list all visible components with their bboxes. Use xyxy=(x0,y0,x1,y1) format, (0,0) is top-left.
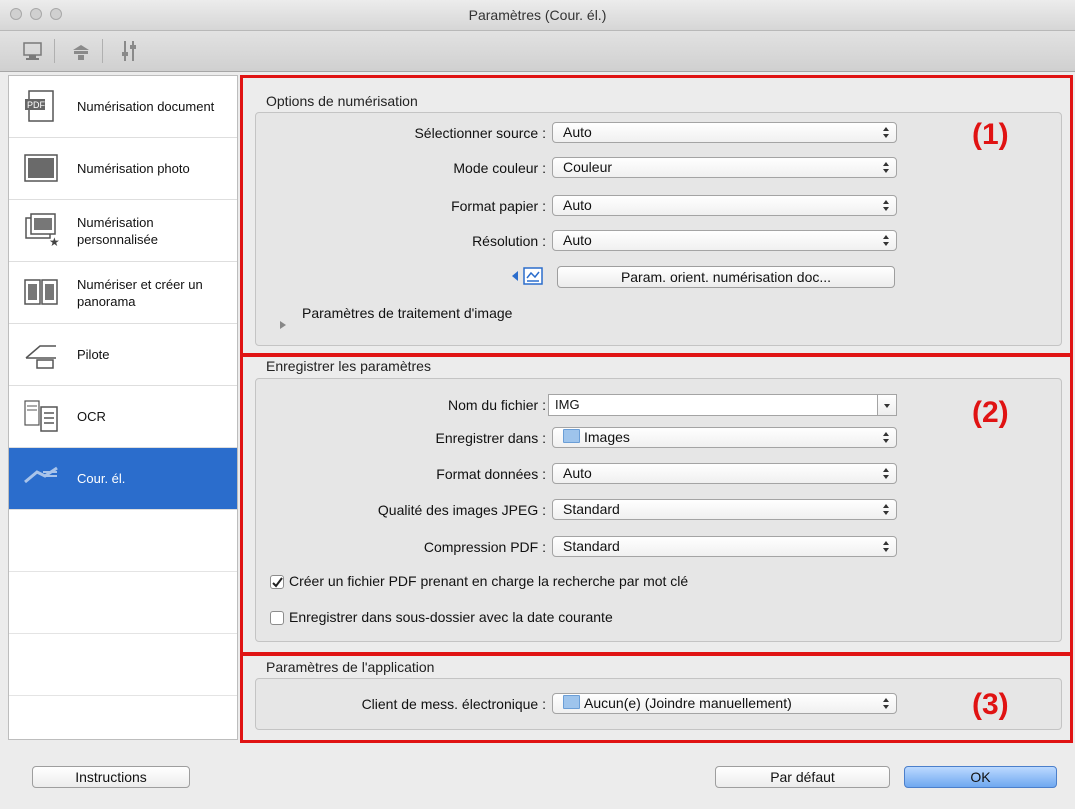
sidebar-item-driver[interactable]: Pilote xyxy=(9,324,237,386)
annotation-label-3: (3) xyxy=(972,688,1009,721)
scan-from-computer-icon[interactable] xyxy=(16,37,50,65)
svg-text:PDF: PDF xyxy=(27,100,46,110)
source-select[interactable]: Auto xyxy=(552,122,897,143)
empty-row xyxy=(9,572,237,634)
data-format-select[interactable]: Auto xyxy=(552,463,897,484)
general-settings-icon[interactable] xyxy=(112,37,146,65)
sidebar-item-document-scan[interactable]: PDF Numérisation document xyxy=(9,76,237,138)
svg-text:★: ★ xyxy=(49,235,59,248)
driver-icon xyxy=(23,336,59,372)
instructions-button[interactable]: Instructions xyxy=(32,766,190,788)
folder-icon xyxy=(563,429,580,443)
folder-icon xyxy=(563,695,580,709)
select-arrows-icon xyxy=(883,698,889,709)
color-mode-label: Mode couleur : xyxy=(453,160,546,176)
pdf-document-icon: PDF xyxy=(23,88,59,124)
select-arrows-icon xyxy=(883,468,889,479)
subfolder-date-checkbox[interactable] xyxy=(270,611,284,625)
defaults-button[interactable]: Par défaut xyxy=(715,766,890,788)
toolbar xyxy=(0,31,1075,72)
sidebar-item-photo-scan[interactable]: Numérisation photo xyxy=(9,138,237,200)
select-arrows-icon xyxy=(883,235,889,246)
jpeg-quality-select[interactable]: Standard xyxy=(552,499,897,520)
sidebar: PDF Numérisation document Numérisation p… xyxy=(8,75,238,740)
orientation-settings-button[interactable]: Param. orient. numérisation doc... xyxy=(557,266,895,288)
custom-scan-icon: ★ xyxy=(23,212,60,249)
email-client-label: Client de mess. électronique : xyxy=(361,696,546,712)
jpeg-quality-label: Qualité des images JPEG : xyxy=(377,502,546,518)
subfolder-date-label[interactable]: Enregistrer dans sous-dossier avec la da… xyxy=(289,609,613,625)
empty-row xyxy=(9,510,237,572)
source-label: Sélectionner source : xyxy=(414,125,546,141)
pdf-compression-select[interactable]: Standard xyxy=(552,536,897,557)
resolution-label: Résolution : xyxy=(472,233,546,249)
image-processing-settings[interactable]: Paramètres de traitement d'image xyxy=(302,305,512,321)
disclosure-triangle-icon[interactable] xyxy=(278,317,288,333)
filename-input[interactable]: IMG xyxy=(548,394,878,416)
color-mode-select[interactable]: Couleur xyxy=(552,157,897,178)
select-arrows-icon xyxy=(883,432,889,443)
email-client-select[interactable]: Aucun(e) (Joindre manuellement) xyxy=(552,693,897,714)
window-title: Paramètres (Cour. él.) xyxy=(468,7,607,23)
select-arrows-icon xyxy=(883,127,889,138)
save-in-label: Enregistrer dans : xyxy=(435,430,547,446)
chevron-down-icon xyxy=(884,404,890,408)
searchable-pdf-label[interactable]: Créer un fichier PDF prenant en charge l… xyxy=(289,573,688,589)
orientation-icon xyxy=(510,265,546,290)
title-bar: Paramètres (Cour. él.) xyxy=(0,0,1075,31)
scan-from-panel-icon[interactable] xyxy=(64,37,98,65)
empty-row xyxy=(9,634,237,696)
annotation-label-1: (1) xyxy=(972,118,1009,151)
email-icon xyxy=(23,460,59,496)
sidebar-item-email[interactable]: Cour. él. xyxy=(9,448,237,510)
ok-button[interactable]: OK xyxy=(904,766,1057,788)
resolution-select[interactable]: Auto xyxy=(552,230,897,251)
annotation-label-2: (2) xyxy=(972,396,1009,429)
paper-size-label: Format papier : xyxy=(451,198,546,214)
ocr-icon xyxy=(23,398,59,434)
app-settings-title: Paramètres de l'application xyxy=(266,659,435,675)
save-settings-title: Enregistrer les paramètres xyxy=(266,358,431,374)
pdf-compression-label: Compression PDF : xyxy=(423,539,546,555)
panorama-icon xyxy=(23,274,59,310)
sidebar-item-panorama[interactable]: Numériser et créer un panorama xyxy=(9,262,237,324)
save-in-select[interactable]: Images xyxy=(552,427,897,448)
sidebar-item-ocr[interactable]: OCR xyxy=(9,386,237,448)
checkmark-icon xyxy=(272,577,283,588)
paper-size-select[interactable]: Auto xyxy=(552,195,897,216)
filename-dropdown-button[interactable] xyxy=(877,394,897,416)
scan-options-title: Options de numérisation xyxy=(266,93,418,109)
data-format-label: Format données : xyxy=(436,466,546,482)
select-arrows-icon xyxy=(883,200,889,211)
filename-label: Nom du fichier : xyxy=(447,397,546,413)
photo-icon xyxy=(23,150,59,186)
select-arrows-icon xyxy=(883,162,889,173)
searchable-pdf-checkbox[interactable] xyxy=(270,575,284,589)
sidebar-item-custom-scan[interactable]: ★ Numérisation personnalisée xyxy=(9,200,237,262)
select-arrows-icon xyxy=(883,504,889,515)
select-arrows-icon xyxy=(883,541,889,552)
